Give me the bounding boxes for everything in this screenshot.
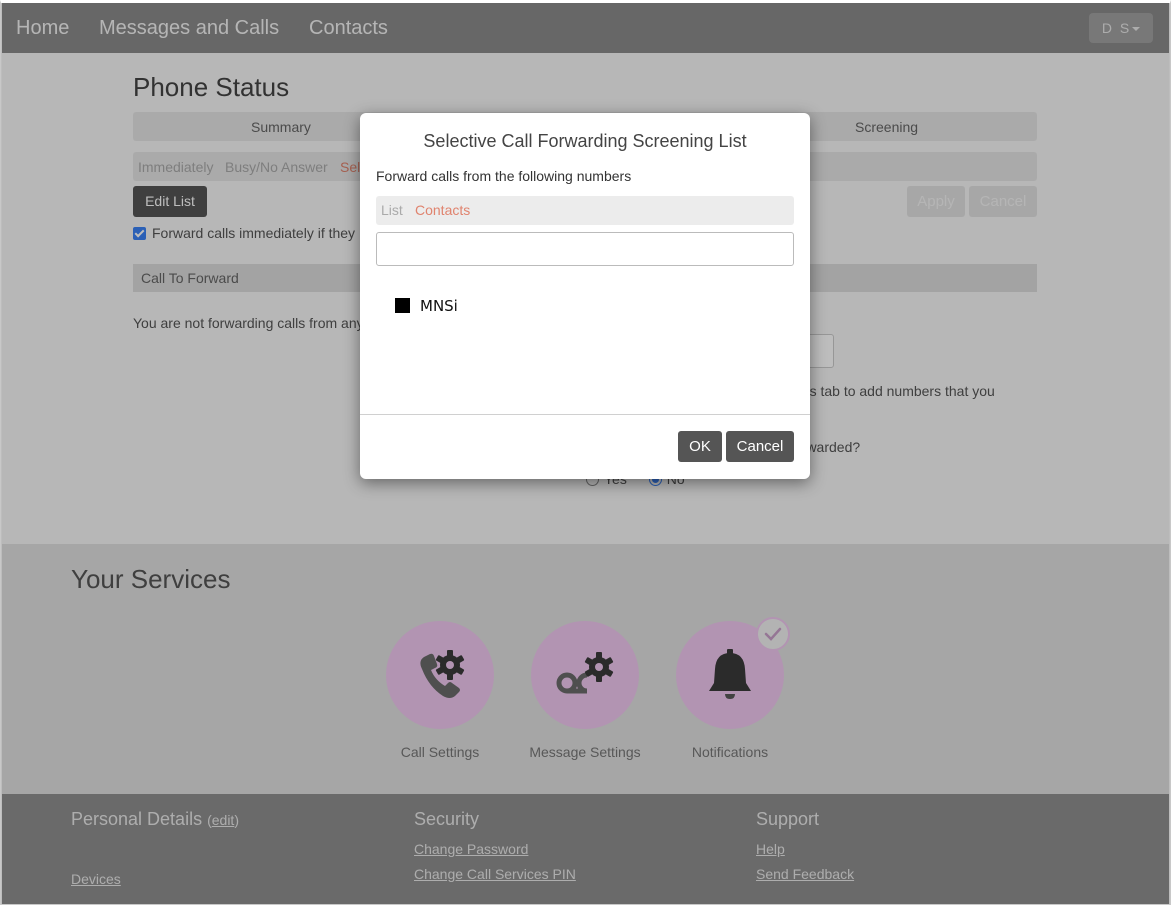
contacts-search-input[interactable] <box>376 232 794 266</box>
contact-checkbox[interactable] <box>395 298 410 313</box>
screening-list-modal: Selective Call Forwarding Screening List… <box>360 113 810 479</box>
modal-tab-contacts[interactable]: Contacts <box>415 202 470 218</box>
modal-tab-bar: List Contacts <box>376 196 794 225</box>
ok-button[interactable]: OK <box>678 431 722 462</box>
modal-footer-divider <box>360 414 810 415</box>
modal-subtitle: Forward calls from the following numbers <box>376 168 632 184</box>
contact-list-item[interactable]: MNSi <box>395 297 458 315</box>
modal-cancel-button[interactable]: Cancel <box>726 431 794 462</box>
modal-title: Selective Call Forwarding Screening List <box>423 131 747 151</box>
contact-name: MNSi <box>420 297 458 315</box>
modal-tab-list[interactable]: List <box>381 202 403 218</box>
